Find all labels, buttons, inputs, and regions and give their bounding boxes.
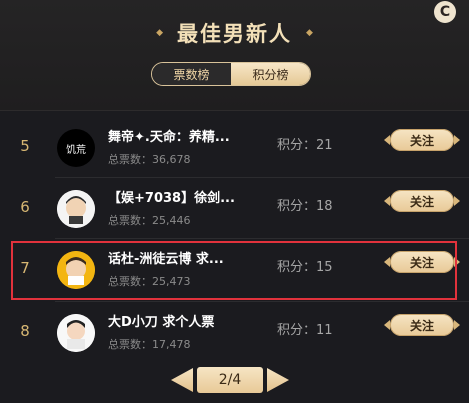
avatar bbox=[57, 190, 95, 228]
page-title: 最佳男新人 bbox=[177, 22, 292, 46]
avatar bbox=[57, 314, 95, 352]
page-indicator: 2/4 bbox=[197, 367, 263, 393]
follow-left-arrow-icon bbox=[384, 196, 390, 206]
streamer-name[interactable]: 大D小刀 求个人票 bbox=[108, 311, 258, 330]
refresh-icon[interactable]: C bbox=[434, 1, 456, 23]
follow-button[interactable]: 关注 bbox=[384, 129, 460, 151]
rank-number: 6 bbox=[20, 198, 30, 216]
title-right-decoration-icon: ◆ bbox=[306, 28, 313, 38]
avatar: 饥荒 bbox=[57, 129, 95, 167]
rank-number: 5 bbox=[20, 137, 30, 155]
avatar-illustration-icon bbox=[57, 314, 95, 352]
title-left-decoration-icon: ◆ bbox=[156, 28, 163, 38]
tab-votes[interactable]: 票数榜 bbox=[152, 63, 231, 85]
vote-count: 总票数：36,678 bbox=[108, 153, 191, 166]
follow-label: 关注 bbox=[409, 133, 434, 148]
follow-label: 关注 bbox=[409, 194, 434, 209]
tab-group: 票数榜 积分榜 bbox=[151, 62, 311, 86]
prev-page-button[interactable] bbox=[171, 368, 193, 392]
title-wrap: ◆ 最佳男新人 ◆ bbox=[0, 18, 469, 48]
follow-right-arrow-icon bbox=[454, 320, 460, 330]
avatar-text: 饥荒 bbox=[66, 144, 86, 156]
follow-left-arrow-icon bbox=[384, 135, 390, 145]
list-item: 8 大D小刀 求个人票 总票数：17,478 积分：11 关注 bbox=[0, 302, 469, 362]
follow-right-arrow-icon bbox=[454, 135, 460, 145]
list-item: 6 【娱+7038】徐剑... 总票数：25,446 积分：18 关注 bbox=[0, 178, 469, 238]
score: 积分：11 bbox=[277, 323, 333, 338]
vote-count: 总票数：17,478 bbox=[108, 338, 191, 351]
follow-left-arrow-icon bbox=[384, 320, 390, 330]
tab-points[interactable]: 积分榜 bbox=[231, 63, 310, 85]
header: ◆ 最佳男新人 ◆ C 票数榜 积分榜 bbox=[0, 0, 469, 111]
score: 积分：21 bbox=[277, 138, 333, 153]
streamer-name[interactable]: 【娱+7038】徐剑... bbox=[108, 187, 258, 206]
score: 积分：18 bbox=[277, 199, 333, 214]
rank-number: 8 bbox=[20, 322, 30, 340]
next-page-button[interactable] bbox=[267, 368, 289, 392]
follow-right-arrow-icon bbox=[454, 196, 460, 206]
follow-label: 关注 bbox=[409, 318, 434, 333]
streamer-name[interactable]: 舞帝✦.天命：养精... bbox=[108, 126, 258, 145]
follow-button[interactable]: 关注 bbox=[384, 190, 460, 212]
avatar-illustration-icon bbox=[57, 190, 95, 228]
list-item: 5 饥荒 舞帝✦.天命：养精... 总票数：36,678 积分：21 关注 bbox=[0, 117, 469, 177]
follow-button[interactable]: 关注 bbox=[384, 314, 460, 336]
selection-highlight bbox=[11, 241, 457, 300]
vote-count: 总票数：25,446 bbox=[108, 214, 191, 227]
pagination: 2/4 bbox=[171, 366, 291, 394]
